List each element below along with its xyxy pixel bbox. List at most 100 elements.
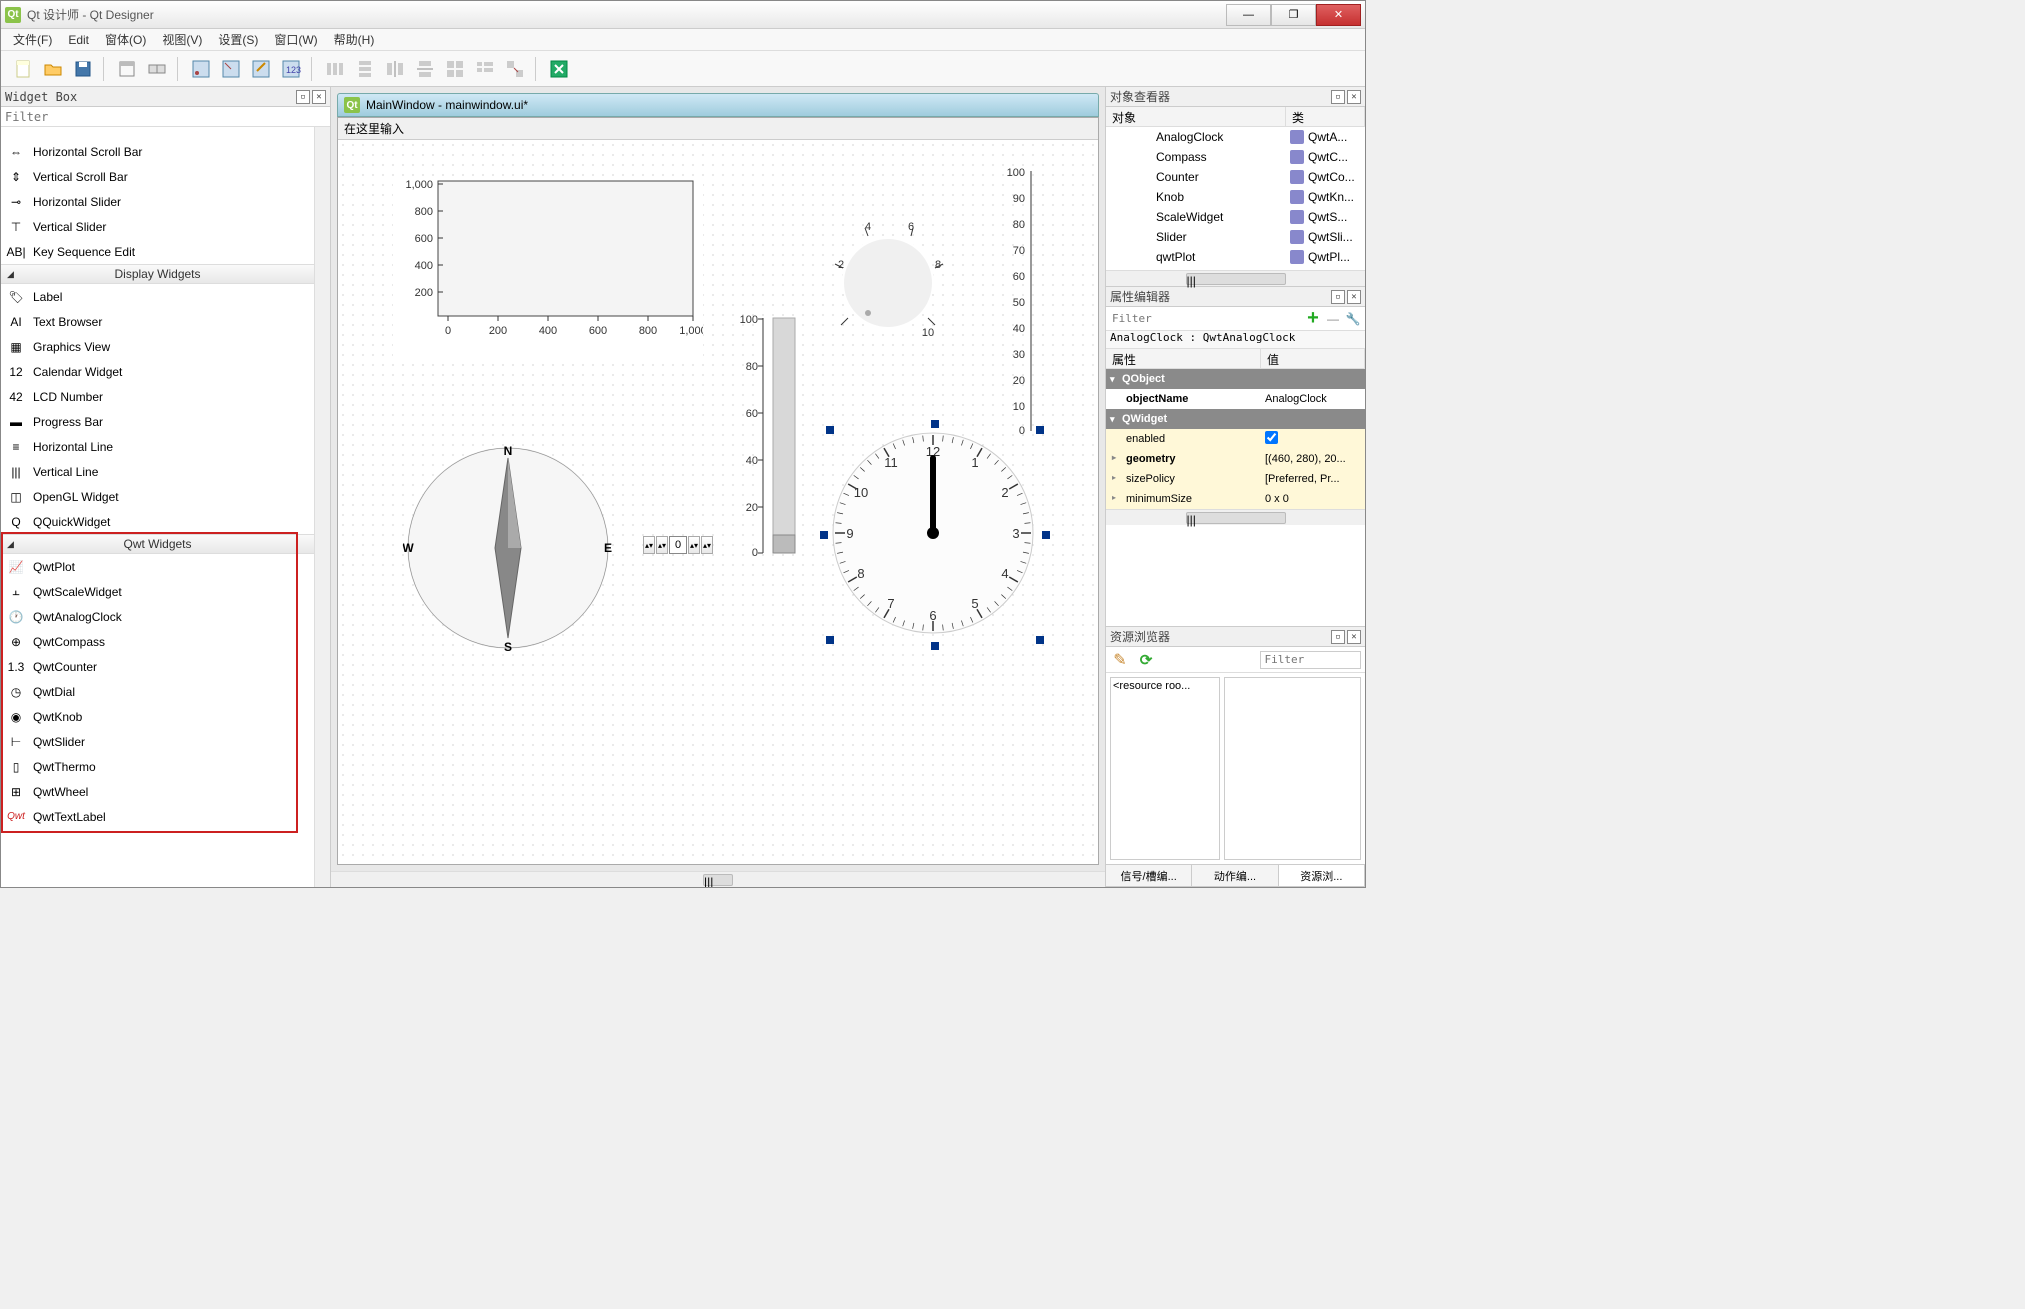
form-icon[interactable] bbox=[471, 55, 499, 83]
dock-button[interactable]: ▫ bbox=[296, 90, 310, 104]
widget-item[interactable]: QQQuickWidget bbox=[1, 509, 314, 534]
widget-item[interactable]: QwtQwtTextLabel bbox=[1, 804, 314, 829]
prop-objectname[interactable]: objectNameAnalogClock bbox=[1106, 389, 1365, 409]
widget-item[interactable]: ⊤Vertical Slider bbox=[1, 214, 314, 239]
widget-item[interactable]: |||Vertical Line bbox=[1, 459, 314, 484]
widget-item[interactable]: ⊕QwtCompass bbox=[1, 629, 314, 654]
vsplit-icon[interactable] bbox=[411, 55, 439, 83]
widget-item[interactable]: ≡Horizontal Line bbox=[1, 434, 314, 459]
widget-item[interactable]: ▦Graphics View bbox=[1, 334, 314, 359]
add-property-icon[interactable]: + bbox=[1303, 310, 1323, 328]
tab-signals[interactable]: 信号/槽编... bbox=[1106, 865, 1192, 886]
qwt-scale-widget[interactable]: 100 90 80 70 60 50 40 30 20 10 0 bbox=[1003, 166, 1053, 438]
break-layout-icon[interactable] bbox=[501, 55, 529, 83]
close-button[interactable]: ✕ bbox=[1316, 4, 1361, 26]
design-surface[interactable]: 在这里输入 1,000 800 600 400 200 0 200 400 60… bbox=[337, 117, 1099, 865]
widget-item[interactable]: 🕐QwtAnalogClock bbox=[1, 604, 314, 629]
dock-button[interactable]: ▫ bbox=[1331, 290, 1345, 304]
widget-item[interactable]: 12Calendar Widget bbox=[1, 359, 314, 384]
selection-handle[interactable] bbox=[820, 531, 828, 539]
widget-item[interactable]: ▯QwtThermo bbox=[1, 754, 314, 779]
selection-handle[interactable] bbox=[1036, 636, 1044, 644]
prop-minimumsize[interactable]: ▸minimumSize0 x 0 bbox=[1106, 489, 1365, 509]
widget-item[interactable]: ⇔Horizontal Scroll Bar bbox=[1, 139, 314, 164]
dock-button[interactable]: ▫ bbox=[1331, 90, 1345, 104]
grid-icon[interactable] bbox=[441, 55, 469, 83]
widget-filter-input[interactable] bbox=[1, 107, 330, 127]
qwt-thermo-widget[interactable]: 100 80 60 40 20 0 bbox=[723, 313, 803, 563]
widget-item[interactable]: ⫠QwtScaleWidget bbox=[1, 579, 314, 604]
widget-item[interactable]: AIText Browser bbox=[1, 309, 314, 334]
menu-form[interactable]: 窗体(O) bbox=[97, 29, 154, 50]
vlayout-icon[interactable] bbox=[351, 55, 379, 83]
layout-grid-button[interactable] bbox=[247, 55, 275, 83]
open-button[interactable] bbox=[39, 55, 67, 83]
tree-row[interactable]: SliderQwtSli... bbox=[1106, 227, 1365, 247]
selection-handle[interactable] bbox=[826, 426, 834, 434]
widget-item[interactable]: ⊸Horizontal Slider bbox=[1, 189, 314, 214]
close-panel-button[interactable]: ✕ bbox=[1347, 630, 1361, 644]
qwt-knob-widget[interactable]: 2 4 6 8 10 bbox=[813, 218, 963, 348]
layout-h-button[interactable] bbox=[187, 55, 215, 83]
tree-row[interactable]: CounterQwtCo... bbox=[1106, 167, 1365, 187]
tab-actions[interactable]: 动作编... bbox=[1192, 865, 1278, 886]
selection-handle[interactable] bbox=[931, 642, 939, 650]
edit-widgets-button[interactable] bbox=[113, 55, 141, 83]
prop-sizepolicy[interactable]: ▸sizePolicy[Preferred, Pr... bbox=[1106, 469, 1365, 489]
qwt-compass-widget[interactable]: N S E W bbox=[403, 443, 613, 653]
widget-item[interactable]: ⊢QwtSlider bbox=[1, 729, 314, 754]
selection-handle[interactable] bbox=[826, 636, 834, 644]
tree-row[interactable]: qwtPlotQwtPl... bbox=[1106, 247, 1365, 267]
layout-v-button[interactable] bbox=[217, 55, 245, 83]
menu-window[interactable]: 窗口(W) bbox=[266, 29, 325, 50]
resource-preview[interactable] bbox=[1224, 677, 1361, 860]
menu-edit[interactable]: Edit bbox=[60, 31, 97, 49]
widget-item[interactable]: ⇕Vertical Scroll Bar bbox=[1, 164, 314, 189]
prop-group-qobject[interactable]: ▾QObject bbox=[1106, 369, 1365, 389]
widget-item[interactable]: AB|Key Sequence Edit bbox=[1, 239, 314, 264]
widget-item[interactable]: 📈QwtPlot bbox=[1, 554, 314, 579]
menu-view[interactable]: 视图(V) bbox=[154, 29, 210, 50]
resource-filter-input[interactable] bbox=[1260, 651, 1362, 669]
close-panel-button[interactable]: ✕ bbox=[1347, 290, 1361, 304]
widget-item[interactable]: 🏷Label bbox=[1, 284, 314, 309]
enabled-checkbox[interactable] bbox=[1265, 431, 1278, 444]
widget-item[interactable]: ◷QwtDial bbox=[1, 679, 314, 704]
selection-handle[interactable] bbox=[1042, 531, 1050, 539]
tree-row[interactable]: CompassQwtC... bbox=[1106, 147, 1365, 167]
edit-resource-icon[interactable]: ✎ bbox=[1110, 650, 1130, 670]
selection-handle[interactable] bbox=[931, 420, 939, 428]
obj-hscroll[interactable]: ||| bbox=[1106, 270, 1365, 286]
hlayout-icon[interactable] bbox=[321, 55, 349, 83]
widget-item[interactable]: 1.3QwtCounter bbox=[1, 654, 314, 679]
tree-row[interactable]: AnalogClockQwtA... bbox=[1106, 127, 1365, 147]
reload-icon[interactable]: ⟳ bbox=[1136, 650, 1156, 670]
new-button[interactable] bbox=[9, 55, 37, 83]
minimize-button[interactable]: — bbox=[1226, 4, 1271, 26]
tab-resources[interactable]: 资源浏... bbox=[1279, 865, 1365, 886]
qwt-counter-widget[interactable]: ▴▾ ▴▾ 0 ▴▾ ▴▾ bbox=[643, 536, 713, 554]
widget-item[interactable]: 42LCD Number bbox=[1, 384, 314, 409]
maximize-button[interactable]: ❐ bbox=[1271, 4, 1316, 26]
adjust-size-icon[interactable] bbox=[545, 55, 573, 83]
widget-item[interactable]: ◫OpenGL Widget bbox=[1, 484, 314, 509]
form-menu-hint[interactable]: 在这里输入 bbox=[338, 118, 1098, 140]
close-panel-button[interactable]: ✕ bbox=[1347, 90, 1361, 104]
tree-row[interactable]: KnobQwtKn... bbox=[1106, 187, 1365, 207]
widget-item[interactable]: ⊞QwtWheel bbox=[1, 779, 314, 804]
qwt-analog-clock-widget[interactable]: 12 1 2 3 4 5 6 7 8 9 10 11 bbox=[828, 428, 1038, 638]
edit-signals-button[interactable] bbox=[143, 55, 171, 83]
widget-item[interactable]: ◉QwtKnob bbox=[1, 704, 314, 729]
widget-group[interactable]: ◢Display Widgets bbox=[1, 264, 314, 284]
menu-file[interactable]: 文件(F) bbox=[5, 29, 60, 50]
property-filter-input[interactable] bbox=[1108, 310, 1303, 328]
save-button[interactable] bbox=[69, 55, 97, 83]
scrollbar[interactable] bbox=[314, 127, 330, 887]
wrench-icon[interactable]: 🔧 bbox=[1343, 310, 1363, 328]
object-tree[interactable]: AnalogClockQwtA...CompassQwtC...CounterQ… bbox=[1106, 127, 1365, 270]
widget-item[interactable]: ▬Progress Bar bbox=[1, 409, 314, 434]
widget-group[interactable]: ◢Qwt Widgets bbox=[1, 534, 314, 554]
tree-row[interactable]: ScaleWidgetQwtS... bbox=[1106, 207, 1365, 227]
layout-form-button[interactable]: 123 bbox=[277, 55, 305, 83]
prop-geometry[interactable]: ▸geometry[(460, 280), 20... bbox=[1106, 449, 1365, 469]
